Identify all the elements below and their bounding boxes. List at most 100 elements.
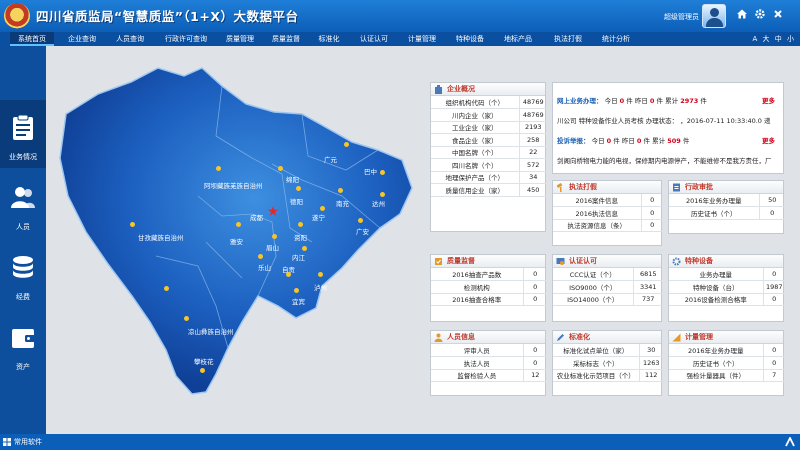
tab-license-query[interactable]: 行政许可查询	[158, 32, 214, 46]
city-marker[interactable]	[184, 316, 189, 321]
city-label[interactable]: 甘孜藏族自治州	[138, 232, 184, 242]
table-row[interactable]: 2016抽查合格率 0	[431, 293, 547, 306]
expand-icon[interactable]	[785, 437, 795, 447]
tab-geo-products[interactable]: 地标产品	[500, 32, 536, 46]
complaint-more-link[interactable]: 更多	[762, 135, 775, 145]
table-row[interactable]: 川内企业（家） 48769	[431, 108, 547, 122]
city-label[interactable]: 乐山	[258, 262, 271, 272]
font-small-button[interactable]: 小	[787, 35, 794, 43]
city-label[interactable]: 广元	[324, 154, 337, 164]
tab-standardization[interactable]: 标准化	[314, 32, 344, 46]
city-label[interactable]: 凉山彝族自治州	[188, 326, 234, 336]
table-row[interactable]: 2016抽查产品数 0	[431, 268, 547, 281]
table-row[interactable]: ISO9000（个） 3341	[553, 280, 663, 294]
city-label[interactable]: 南充	[336, 198, 349, 208]
city-marker[interactable]	[338, 188, 343, 193]
city-label[interactable]: 内江	[292, 252, 305, 262]
table-row[interactable]: 工业企业（家） 2193	[431, 121, 547, 134]
city-marker[interactable]	[344, 142, 349, 147]
tab-quality-supervision[interactable]: 质量监督	[268, 32, 304, 46]
table-row[interactable]: 2016年业务办理量 50	[669, 194, 785, 207]
table-row[interactable]: 中国名牌（个） 22	[431, 146, 547, 159]
tab-home[interactable]: 系统首页	[10, 32, 54, 46]
tab-enterprise-query[interactable]: 企业查询	[62, 32, 102, 46]
tab-law-enforcement[interactable]: 执法打假	[550, 32, 586, 46]
city-marker[interactable]	[380, 170, 385, 175]
table-row[interactable]: 监督检验人员 12	[431, 369, 547, 382]
table-row[interactable]: 食品企业（家） 258	[431, 133, 547, 147]
city-label[interactable]: 宜宾	[292, 296, 305, 306]
tab-quality-management[interactable]: 质量管理	[222, 32, 258, 46]
city-label[interactable]: 德阳	[290, 196, 303, 206]
city-marker[interactable]	[286, 272, 291, 277]
table-row[interactable]: 评审人员 0	[431, 344, 547, 357]
home-icon[interactable]	[735, 8, 749, 22]
table-row[interactable]: 2016执法信息 0	[553, 206, 663, 220]
city-marker[interactable]	[380, 192, 385, 197]
tab-metrology[interactable]: 计量管理	[404, 32, 440, 46]
complaint-ticker[interactable]: 剑阁向桥物电力能的电视，保修期内电源停产，不能维修不是我方责任，厂	[557, 155, 772, 165]
city-label[interactable]: 眉山	[266, 242, 279, 252]
table-row[interactable]: 特种设备（台） 1987	[669, 280, 785, 294]
city-marker[interactable]	[302, 246, 307, 251]
sidebar-item-business[interactable]: 业务情况	[0, 100, 46, 168]
table-row[interactable]: 地理保护产品（个） 34	[431, 171, 547, 184]
sidebar-item-funds[interactable]: 经费	[0, 240, 46, 308]
city-label[interactable]: 雅安	[230, 236, 243, 246]
table-row[interactable]: 历史证书（个） 0	[669, 206, 785, 220]
font-large-button[interactable]: 大	[763, 35, 770, 43]
city-label[interactable]: 绵阳	[286, 174, 299, 184]
table-row[interactable]: 质量信用企业（家） 450	[431, 183, 547, 197]
online-business-ticker[interactable]: 川公司 特种设备作业人员考核 办理状态： ，2016-07-11 10:33:4…	[557, 115, 771, 125]
table-row[interactable]: 历史证书（个） 0	[669, 356, 785, 370]
city-marker[interactable]	[320, 206, 325, 211]
city-marker[interactable]	[164, 286, 169, 291]
table-row[interactable]: 农业标准化示范项目（个） 112	[553, 369, 663, 382]
city-label[interactable]: 巴中	[364, 166, 377, 176]
city-marker[interactable]	[294, 288, 299, 293]
gear-icon[interactable]	[753, 8, 767, 22]
city-label[interactable]: 攀枝花	[194, 356, 214, 366]
city-marker[interactable]	[318, 272, 323, 277]
city-label[interactable]: 资阳	[294, 232, 307, 242]
font-medium-button[interactable]: 中	[775, 35, 782, 43]
table-row[interactable]: 强检计量器具（件） 7	[669, 369, 785, 382]
city-marker[interactable]	[130, 222, 135, 227]
tab-statistics[interactable]: 统计分析	[598, 32, 634, 46]
table-row[interactable]: 2016设备检测合格率 0	[669, 293, 785, 306]
online-more-link[interactable]: 更多	[762, 95, 775, 105]
city-marker[interactable]	[200, 368, 205, 373]
table-row[interactable]: 标准化试点单位（家） 30	[553, 344, 663, 357]
city-marker[interactable]	[216, 166, 221, 171]
star-icon[interactable]	[268, 206, 278, 216]
city-label[interactable]: 达州	[372, 198, 385, 208]
sidebar-item-assets[interactable]: 资产	[0, 310, 46, 378]
sidebar-item-personnel[interactable]: 人员	[0, 170, 46, 238]
user-name[interactable]: 超级管理员	[664, 12, 699, 22]
city-label[interactable]: 遂宁	[312, 212, 325, 222]
city-label[interactable]: 成都	[250, 212, 263, 222]
table-row[interactable]: 2016案件信息 0	[553, 194, 663, 207]
city-label[interactable]: 广安	[356, 226, 369, 236]
table-row[interactable]: 执法资源信息（条） 0	[553, 219, 663, 232]
common-software-button[interactable]: 常用软件	[14, 437, 42, 447]
tab-personnel-query[interactable]: 人员查询	[110, 32, 150, 46]
table-row[interactable]: 组织机构代码（个） 48769	[431, 96, 547, 109]
city-label[interactable]: 泸州	[314, 282, 327, 292]
table-row[interactable]: 执法人员 0	[431, 356, 547, 370]
table-row[interactable]: 2016年业务办理量 0	[669, 344, 785, 357]
city-label[interactable]: 阿坝藏族羌族自治州	[204, 180, 263, 190]
table-row[interactable]: 四川名牌（个） 572	[431, 158, 547, 172]
table-row[interactable]: CCC认证（个） 6815	[553, 268, 663, 281]
table-row[interactable]: ISO14000（个） 737	[553, 293, 663, 306]
table-row[interactable]: 业务办理量 0	[669, 268, 785, 281]
city-marker[interactable]	[278, 166, 283, 171]
city-marker[interactable]	[236, 222, 241, 227]
table-row[interactable]: 采标标志（个） 1263	[553, 356, 663, 370]
online-business-summary[interactable]: 网上业务办理： 今日 0 件 昨日 0 件 累计 2973 件	[557, 95, 707, 105]
close-icon[interactable]	[771, 8, 785, 22]
city-marker[interactable]	[296, 186, 301, 191]
city-marker[interactable]	[258, 254, 263, 259]
city-marker[interactable]	[272, 234, 277, 239]
city-marker[interactable]	[358, 218, 363, 223]
